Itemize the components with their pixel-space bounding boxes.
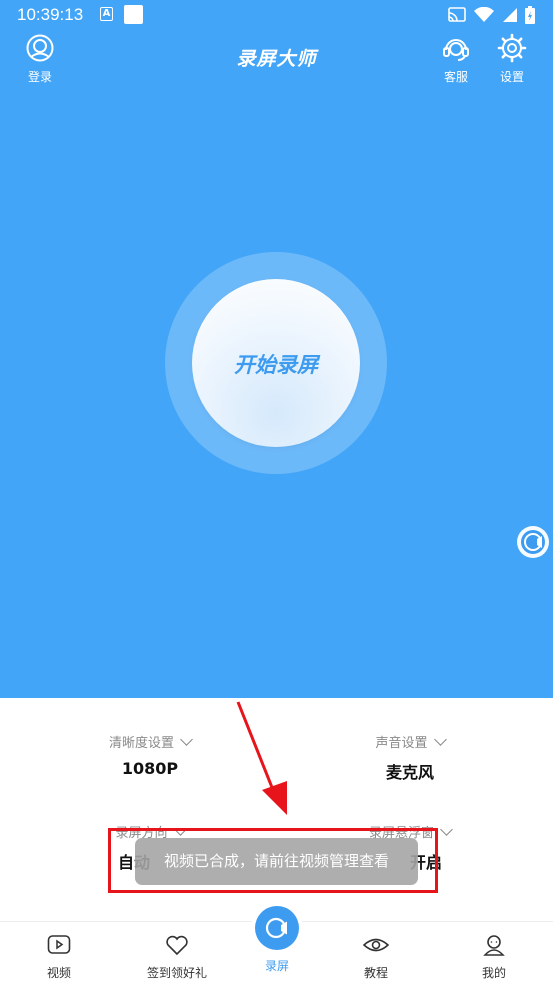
- quality-label: 清晰度设置: [108, 736, 174, 751]
- status-time: 10:39:13: [17, 5, 84, 24]
- quality-value: 1080P: [121, 759, 179, 778]
- eye-icon: [362, 938, 390, 952]
- audio-setting[interactable]: 声音设置 麦克风: [320, 732, 500, 783]
- nav-item-tutorial[interactable]: 教程: [331, 934, 421, 981]
- nav-label-tutorial: 教程: [363, 966, 388, 980]
- status-bar: 10:39:13 A: [0, 0, 553, 30]
- audio-label: 声音设置: [375, 736, 428, 751]
- nav-item-video[interactable]: 视频: [14, 934, 104, 981]
- settings-label: 设置: [499, 70, 524, 84]
- settings-button[interactable]: 设置: [492, 33, 532, 85]
- wifi-icon: [474, 7, 494, 22]
- record-tab-button[interactable]: [255, 906, 299, 950]
- notification-square-icon: [124, 5, 143, 24]
- cast-icon: [448, 7, 466, 22]
- signal-icon: [503, 8, 517, 22]
- keyboard-notification-icon: A: [100, 7, 113, 21]
- nav-item-profile[interactable]: 我的: [449, 934, 539, 981]
- nav-label-record: 录屏: [264, 959, 289, 973]
- gear-icon: [497, 33, 527, 63]
- quality-setting[interactable]: 清晰度设置 1080P: [60, 732, 240, 778]
- heart-icon: [166, 935, 188, 956]
- nav-item-record[interactable]: 录屏: [232, 953, 322, 974]
- start-record-label: 开始录屏: [234, 353, 318, 377]
- service-label: 客服: [443, 70, 468, 84]
- nav-label-profile: 我的: [481, 966, 506, 980]
- annotation-highlight-box: [108, 828, 438, 893]
- nav-item-checkin[interactable]: 签到领好礼: [132, 934, 222, 981]
- chevron-down-icon: [433, 732, 447, 746]
- audio-value: 麦克风: [385, 763, 434, 782]
- chevron-down-icon: [180, 732, 193, 746]
- floating-camera-icon[interactable]: [515, 524, 551, 560]
- customer-service-button[interactable]: 客服: [436, 33, 476, 85]
- video-icon: [47, 935, 71, 954]
- nav-label-video: 视频: [46, 966, 71, 980]
- record-icon: [265, 917, 287, 939]
- headset-icon: [443, 39, 469, 61]
- nav-label-checkin: 签到领好礼: [146, 966, 207, 980]
- status-icons: [448, 5, 535, 25]
- user-icon: [483, 935, 505, 956]
- battery-icon: [525, 6, 535, 24]
- start-record-button[interactable]: 开始录屏: [192, 279, 360, 447]
- chevron-down-icon: [440, 822, 453, 836]
